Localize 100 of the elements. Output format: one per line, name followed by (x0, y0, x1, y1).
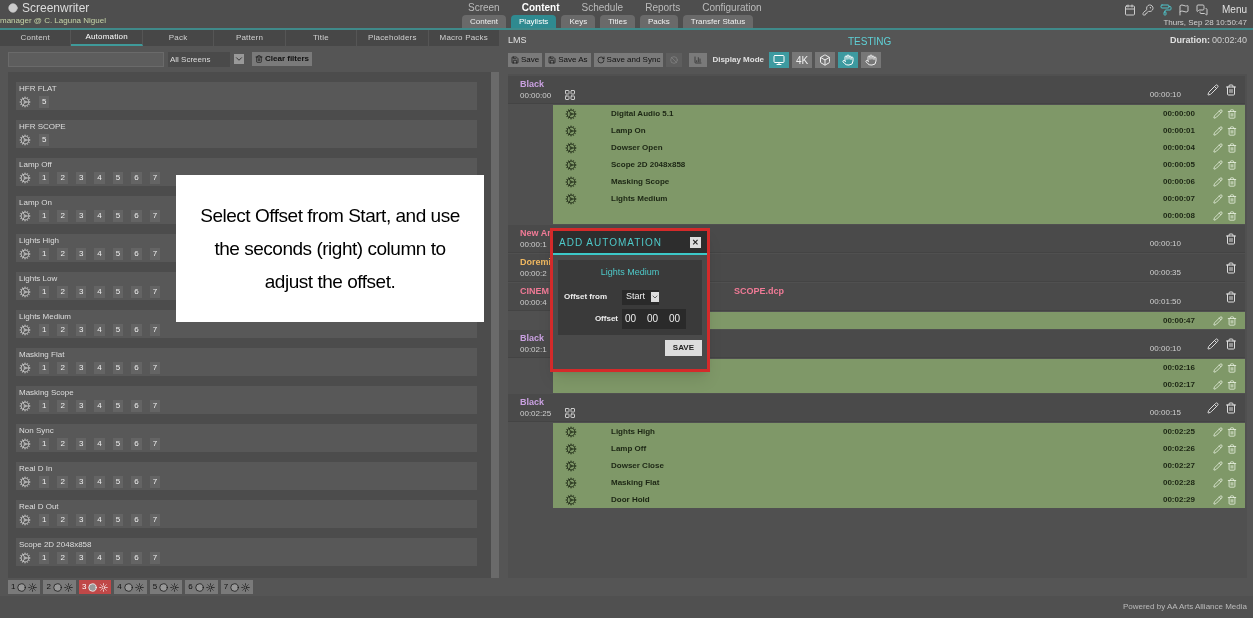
nav-tab[interactable]: Reports (645, 0, 681, 15)
automation-time: 00:02:28 (1162, 476, 1195, 489)
screen-number: 4 (94, 248, 105, 260)
nav-tab[interactable]: Configuration (702, 0, 762, 15)
flat-mode-button[interactable] (769, 52, 789, 68)
key-icon[interactable] (1142, 3, 1154, 16)
screen-button[interactable]: 1 (8, 580, 41, 594)
screen-button[interactable]: 3 (78, 580, 112, 594)
left-tab[interactable]: Automation (71, 30, 143, 46)
screens-select[interactable]: All Screens (168, 51, 230, 67)
screen-number: 3 (75, 324, 87, 336)
screen-number: 4 (94, 438, 105, 450)
offset-field[interactable]: 00 (647, 311, 661, 326)
nav-tab[interactable]: Schedule (581, 0, 624, 15)
automation-name: Masking Flat (611, 476, 660, 489)
user-label: manager @ C. Laguna Niguel (0, 15, 106, 27)
screen-button[interactable]: 6 (185, 580, 218, 594)
left-tab[interactable]: Pattern (214, 30, 286, 46)
flag-icon[interactable] (1178, 3, 1190, 16)
hand-mode-button[interactable] (838, 52, 859, 68)
automation-card[interactable]: HFR FLAT 5 (16, 82, 477, 110)
screen-number: 1 (39, 324, 50, 336)
automation-name: Lamp On (611, 124, 646, 137)
segment-row[interactable]: Black 00:02:25 00:00:15 (508, 394, 1245, 422)
screen-number: 2 (57, 476, 68, 488)
delete-icon[interactable] (1225, 290, 1237, 303)
cube-mode-button[interactable] (815, 52, 836, 68)
screen-button[interactable]: 7 (220, 580, 254, 594)
automation-title: Real D Out (19, 502, 59, 512)
toggle-icon (123, 582, 133, 592)
delete-icon[interactable] (1225, 337, 1237, 350)
toolbar-button[interactable]: Save and Sync (593, 53, 664, 67)
gears-icon (19, 514, 31, 526)
dropdown-icon[interactable] (234, 54, 244, 64)
automation-name: Dowser Close (611, 459, 664, 472)
automation-name: Lights Medium (611, 192, 668, 205)
nav-tab[interactable]: Content (521, 0, 560, 15)
left-tab[interactable]: Content (0, 30, 72, 46)
save-button[interactable]: SAVE (664, 339, 702, 356)
automation-card[interactable]: Masking Flat 1 2 3 4 5 6 7 (16, 348, 477, 376)
edit-icon[interactable] (1207, 401, 1219, 414)
screen-number: 4 (94, 362, 105, 374)
toggle-icon (194, 582, 204, 592)
hand-mode-button[interactable] (861, 52, 882, 68)
subnav-tab[interactable]: Playlists (511, 15, 557, 28)
screen-button[interactable]: 5 (149, 580, 183, 594)
automation-card[interactable]: Real D Out 1 2 3 4 5 6 7 (16, 500, 477, 528)
automation-card[interactable]: Non Sync 1 2 3 4 5 6 7 (16, 424, 477, 452)
automation-card[interactable]: Real D In 1 2 3 4 5 6 7 (16, 462, 477, 490)
automation-time: 00:02:25 (1162, 425, 1195, 438)
gears-icon (19, 324, 31, 336)
edit-icon[interactable] (1207, 83, 1219, 96)
nav-tab[interactable]: Screen (468, 0, 500, 15)
automation-card[interactable]: HFR SCOPE 5 (16, 120, 477, 148)
offset-field[interactable]: 00 (669, 311, 683, 326)
automation-card[interactable]: Masking Scope 1 2 3 4 5 6 7 (16, 386, 477, 414)
automation-card[interactable]: Scope 2D 2048x858 1 2 3 4 5 6 7 (16, 538, 477, 566)
chart-button[interactable] (689, 53, 708, 67)
offset-field[interactable]: 00 (625, 311, 639, 326)
screen-button[interactable]: 4 (114, 580, 147, 594)
screen-number: 6 (131, 476, 142, 488)
delete-icon[interactable] (1225, 83, 1237, 96)
mode-button[interactable]: 4K (792, 52, 813, 68)
toolbar-button[interactable]: Save (508, 53, 543, 67)
calendar-icon[interactable] (1124, 3, 1136, 16)
screen-number: 1 (39, 248, 50, 260)
edit-icon[interactable] (1207, 337, 1219, 350)
toolbar-button[interactable]: Save As (545, 53, 591, 67)
messages-icon[interactable] (1196, 3, 1208, 16)
delete-icon[interactable] (1225, 401, 1237, 414)
subnav-tab[interactable]: Content (462, 15, 507, 28)
screen-number: 2 (57, 248, 68, 260)
left-tab[interactable]: Macro Packs (428, 30, 500, 46)
close-button[interactable]: ✕ (690, 236, 701, 248)
subnav-tab[interactable]: Transfer Status (682, 15, 754, 28)
segment-duration: 00:01:50 (1149, 295, 1181, 308)
automation-name: Lamp Off (611, 442, 647, 455)
screen-number: 2 (57, 514, 68, 526)
paint-roller-icon[interactable] (1160, 3, 1172, 16)
offset-from-select[interactable]: Start (622, 289, 659, 305)
delete-icon[interactable] (1225, 232, 1237, 245)
left-tab[interactable]: Title (285, 30, 358, 46)
date-time: Thurs, Sep 28 10:50:47 (1163, 17, 1247, 29)
left-tab[interactable]: Placeholders (357, 30, 429, 46)
subnav-tab[interactable]: Packs (640, 15, 678, 28)
menu-link[interactable]: Menu (1222, 2, 1247, 17)
subnav-tab[interactable]: Keys (561, 15, 596, 28)
automation-time: 00:00:00 (1162, 107, 1195, 120)
subnav-tab[interactable]: Titles (600, 15, 635, 28)
automation-title: Lamp On (19, 198, 52, 208)
automation-title: Lights Low (19, 274, 58, 284)
screen-number: 1 (39, 210, 50, 222)
screen-number: 4 (94, 552, 105, 564)
delete-icon[interactable] (1225, 261, 1237, 274)
clear-filters-button[interactable]: Clear filters (252, 52, 313, 66)
left-tab[interactable]: Pack (142, 30, 215, 46)
gears-icon (19, 210, 31, 222)
segment-row[interactable]: Black 00:00:00 00:00:10 (508, 76, 1245, 104)
screen-button[interactable]: 2 (43, 580, 76, 594)
screen-number: 4 (94, 476, 105, 488)
